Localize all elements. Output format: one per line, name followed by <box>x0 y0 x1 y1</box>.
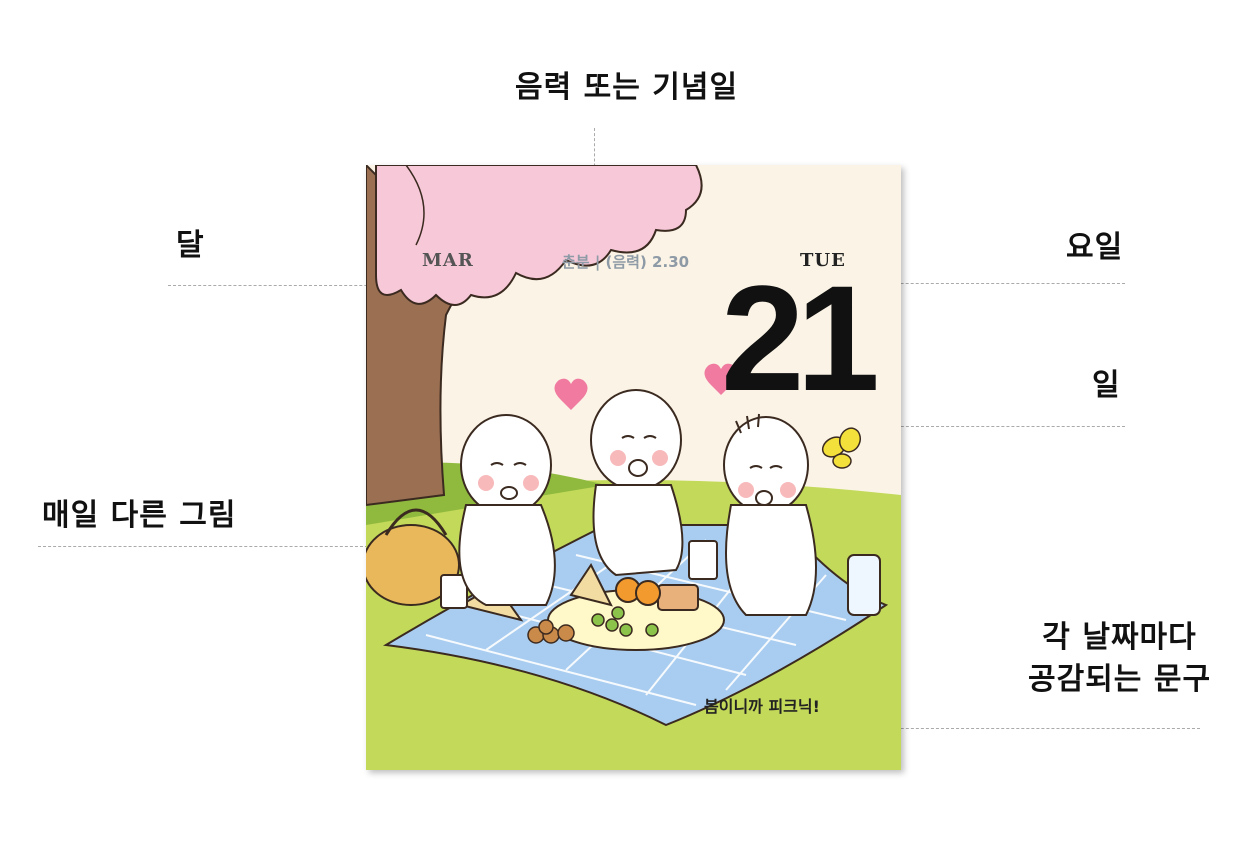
annotation-day-label: 일 <box>1092 368 1121 403</box>
day-number: 21 <box>721 254 880 422</box>
annotation-lunar-label: 음력 또는 기념일 <box>515 70 739 105</box>
calendar-card: MAR 춘분 | (음력) 2.30 TUE 21 봄이니까 피크닉! <box>366 165 901 770</box>
month-label: MAR <box>422 250 474 271</box>
daily-phrase: 봄이니까 피크닉! <box>704 697 820 716</box>
annotation-weekday-label: 요일 <box>1066 230 1124 265</box>
annotation-phrase-label: 각 날짜마다 공감되는 문구 <box>1028 620 1212 697</box>
lunar-date-label: 춘분 | (음력) 2.30 <box>562 253 690 271</box>
leader-picture <box>38 546 368 547</box>
annotation-month-label: 달 <box>176 228 205 263</box>
annotation-picture-label: 매일 다른 그림 <box>42 498 237 533</box>
